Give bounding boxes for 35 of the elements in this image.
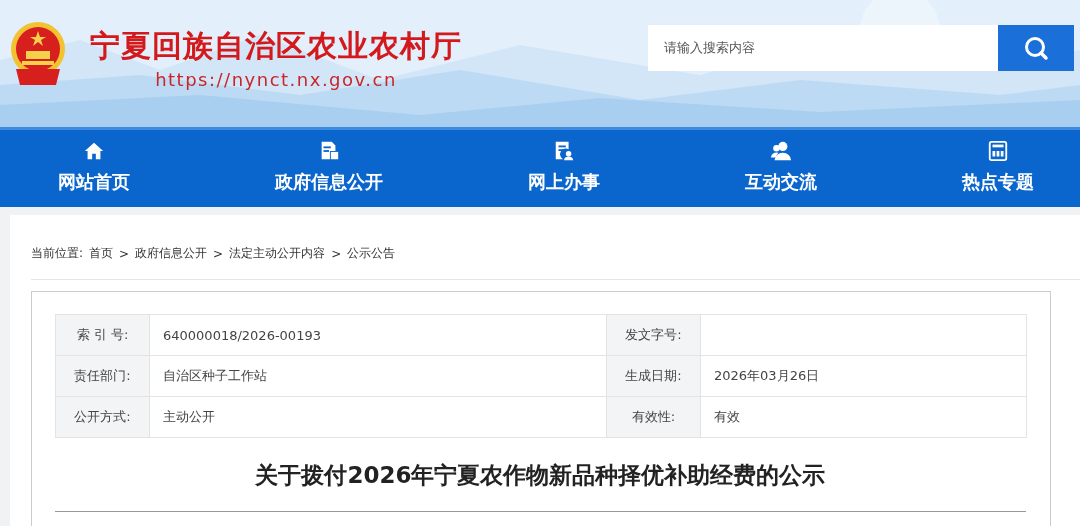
site-url: https://nynct.nx.gov.cn: [155, 68, 397, 90]
field-label: 索 引 号:: [76, 327, 129, 342]
field-label: 生成日期:: [625, 368, 682, 383]
field-label: 公开方式:: [74, 409, 131, 424]
nav-item[interactable]: 网站首页: [58, 140, 130, 194]
breadcrumb-label: 当前位置:: [31, 245, 84, 262]
nav-item[interactable]: 互动交流: [745, 140, 817, 194]
breadcrumb-separator: >: [119, 246, 130, 261]
field-value: 2026年03月26日: [714, 368, 820, 383]
nav-item[interactable]: 政府信息公开: [275, 140, 383, 194]
search-button[interactable]: [998, 24, 1074, 71]
panel-icon: [987, 140, 1009, 162]
breadcrumb-link[interactable]: 首页: [89, 245, 114, 262]
field-value: 自治区种子工作站: [163, 368, 267, 383]
nav-item[interactable]: 热点专题: [962, 140, 1034, 194]
people-icon: [770, 140, 792, 162]
breadcrumb-link[interactable]: 政府信息公开: [135, 245, 208, 262]
site-title: 宁夏回族自治区农业农村厅: [90, 26, 462, 65]
field-label: 有效性:: [631, 409, 676, 424]
breadcrumb-link[interactable]: 法定主动公开内容: [229, 245, 326, 262]
nav-item[interactable]: 网上办事: [528, 140, 600, 194]
emblem-icon: [8, 20, 68, 87]
search-field[interactable]: 请输入搜索内容: [648, 24, 998, 71]
home-icon: [83, 140, 105, 162]
breadcrumb-separator: >: [213, 246, 224, 261]
form-person-icon: [553, 140, 575, 162]
field-label: 发文字号:: [625, 327, 682, 342]
field-value: 主动公开: [163, 409, 215, 424]
field-value: 640000018/2026-00193: [163, 327, 321, 343]
article-title: 关于拨付2026年宁夏农作物新品种择优补助经费的公示: [255, 462, 826, 488]
field-value: 有效: [714, 409, 740, 424]
field-label: 责任部门:: [74, 368, 131, 383]
breadcrumb-link[interactable]: 公示公告: [347, 245, 396, 262]
search-icon: [1023, 34, 1049, 61]
breadcrumb-separator: >: [331, 246, 342, 261]
